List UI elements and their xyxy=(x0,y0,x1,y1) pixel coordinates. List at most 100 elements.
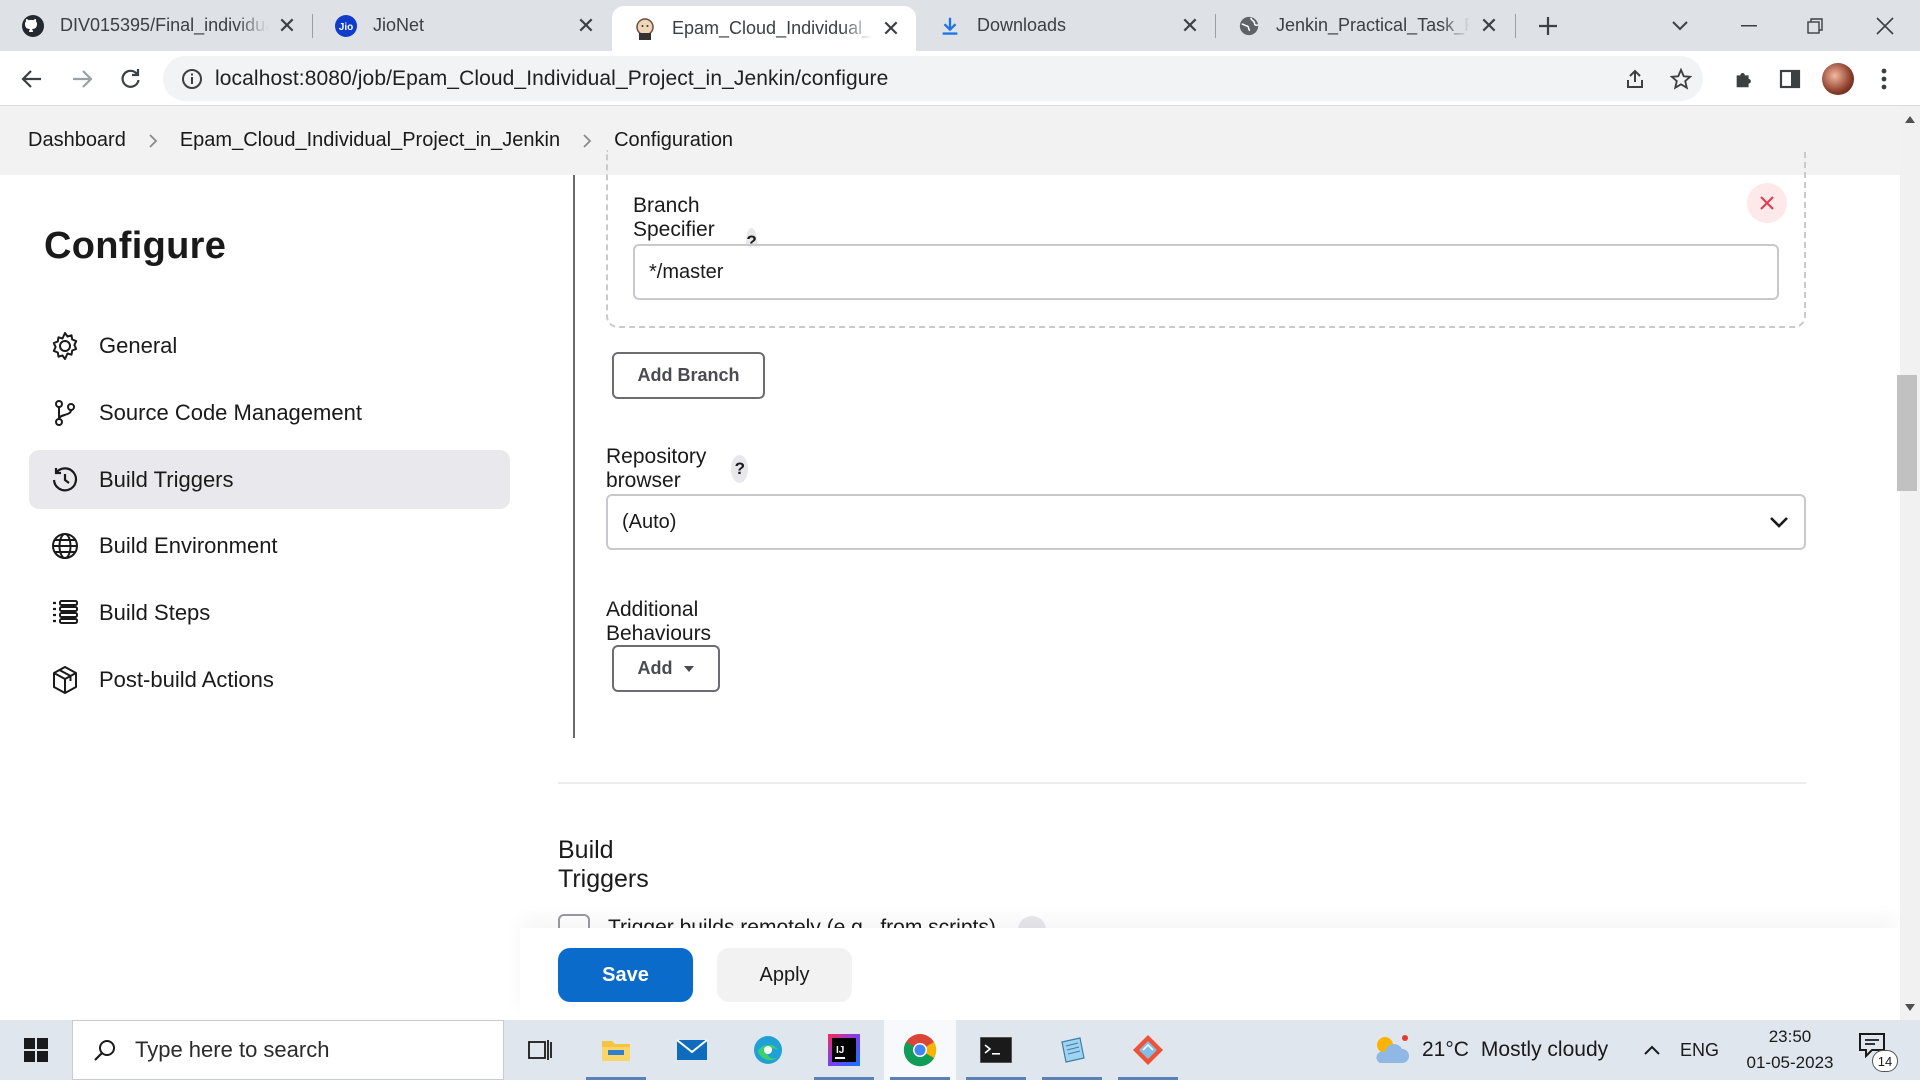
avatar[interactable] xyxy=(1822,63,1854,95)
breadcrumb-dashboard[interactable]: Dashboard xyxy=(28,129,126,152)
system-clock[interactable]: 23:50 01-05-2023 xyxy=(1728,1024,1852,1076)
trigger-remote-checkbox[interactable] xyxy=(558,914,590,928)
tab-title: JioNet xyxy=(373,15,425,35)
forward-button[interactable] xyxy=(62,51,102,106)
url-text[interactable]: localhost:8080/job/Epam_Cloud_Individual… xyxy=(215,67,888,91)
share-icon[interactable] xyxy=(1615,56,1655,101)
restore-icon xyxy=(1807,17,1823,34)
additional-behaviours-label-text: Additional Behaviours xyxy=(606,598,712,645)
gear-icon xyxy=(49,330,81,362)
browser-tab-report[interactable]: Jenkin_Practical_Task_Report ✕ xyxy=(1216,0,1514,51)
scroll-up-arrow-icon[interactable] xyxy=(1903,112,1917,126)
scroll-down-arrow-icon[interactable] xyxy=(1903,1000,1917,1014)
breadcrumb-project[interactable]: Epam_Cloud_Individual_Project_in_Jenkin xyxy=(180,129,560,152)
windows-icon xyxy=(24,1038,48,1062)
page-scrollbar[interactable] xyxy=(1900,106,1920,1020)
branch-icon xyxy=(49,397,81,429)
weather-text: Mostly cloudy xyxy=(1480,1038,1609,1061)
tab-search-button[interactable] xyxy=(1660,0,1700,51)
sidebar-item-build-steps[interactable]: Build Steps xyxy=(29,583,510,642)
chevron-right-icon xyxy=(582,133,592,149)
jio-icon: Jio xyxy=(333,13,359,39)
sidebar-item-general[interactable]: General xyxy=(29,316,510,375)
side-panel-icon xyxy=(1779,69,1801,88)
reload-button[interactable] xyxy=(110,51,150,106)
side-panel-button[interactable] xyxy=(1770,51,1810,106)
notepad-icon xyxy=(1061,1037,1085,1063)
add-behaviour-label: Add xyxy=(637,658,673,678)
close-icon xyxy=(1760,196,1774,210)
save-button[interactable]: Save xyxy=(558,948,693,1002)
task-view-button[interactable] xyxy=(504,1020,576,1080)
add-branch-button[interactable]: Add Branch xyxy=(612,352,765,399)
repository-browser-label: Repository browser ? xyxy=(606,445,749,493)
mail-app[interactable] xyxy=(656,1020,728,1080)
arrow-right-icon xyxy=(73,69,93,88)
close-icon[interactable]: ✕ xyxy=(276,13,298,38)
browser-tab-jionet[interactable]: Jio JioNet ✕ xyxy=(313,0,611,51)
window-close-button[interactable] xyxy=(1862,0,1908,51)
language-indicator[interactable]: ENG xyxy=(1680,1020,1719,1080)
file-explorer-app[interactable] xyxy=(580,1020,652,1080)
tab-title: DIV015395/Final_individual_project xyxy=(60,15,268,35)
globe-icon xyxy=(1236,13,1262,39)
close-icon[interactable]: ✕ xyxy=(1478,13,1500,38)
clock-time: 23:50 xyxy=(1768,1027,1812,1046)
help-icon[interactable] xyxy=(1018,916,1046,928)
minimize-button[interactable] xyxy=(1726,0,1772,51)
help-icon[interactable]: ? xyxy=(731,455,749,483)
chrome-icon xyxy=(903,1034,937,1067)
browser-tab-github[interactable]: DIV015395/Final_individual_project ✕ xyxy=(0,0,312,51)
repository-browser-select[interactable]: (Auto) xyxy=(606,494,1806,550)
sidebar-item-build-environment[interactable]: Build Environment xyxy=(29,516,510,575)
edge-icon xyxy=(754,1036,782,1064)
remove-branch-button[interactable] xyxy=(1747,183,1787,223)
search-placeholder: Type here to search xyxy=(135,1037,330,1062)
apply-button[interactable]: Apply xyxy=(717,948,852,1002)
terminal-app[interactable] xyxy=(960,1020,1032,1080)
sidebar-item-build-triggers[interactable]: Build Triggers xyxy=(29,450,510,509)
extensions-button[interactable] xyxy=(1724,51,1764,106)
close-icon[interactable]: ✕ xyxy=(1179,13,1201,38)
taskbar-search-input[interactable]: Type here to search xyxy=(72,1020,504,1080)
omnibox[interactable]: localhost:8080/job/Epam_Cloud_Individual… xyxy=(163,56,1703,101)
breadcrumb-configuration[interactable]: Configuration xyxy=(614,129,733,152)
package-icon xyxy=(49,664,81,696)
branch-specifier-input[interactable]: */master xyxy=(633,244,1779,300)
puzzle-icon xyxy=(1736,72,1751,87)
sidebar-item-post-build-actions[interactable]: Post-build Actions xyxy=(29,650,510,709)
github-icon xyxy=(20,13,46,39)
browser-tab-downloads[interactable]: Downloads ✕ xyxy=(917,0,1215,51)
browser-tab-jenkins-active[interactable]: Epam_Cloud_Individual_Project_in_Jenkin … xyxy=(612,6,916,51)
sidebar-item-source-code-management[interactable]: Source Code Management xyxy=(29,383,510,442)
menu-button[interactable] xyxy=(1864,51,1904,106)
back-button[interactable] xyxy=(12,51,52,106)
notification-center-button[interactable]: 14 xyxy=(1858,1032,1898,1072)
close-icon[interactable]: ✕ xyxy=(575,13,597,38)
chrome-app[interactable] xyxy=(884,1020,956,1080)
minimize-icon xyxy=(1741,24,1757,26)
start-button[interactable] xyxy=(0,1020,72,1080)
caret-down-icon xyxy=(683,665,695,673)
close-icon[interactable]: ✕ xyxy=(880,16,902,41)
bookmark-star-icon[interactable] xyxy=(1661,56,1701,101)
task-view-icon xyxy=(528,1040,552,1060)
git-icon xyxy=(1133,1035,1163,1065)
intellij-app[interactable]: IJ xyxy=(808,1020,880,1080)
chevron-right-icon xyxy=(148,133,158,149)
weather-temp: 21°C xyxy=(1422,1038,1469,1061)
git-app[interactable] xyxy=(1112,1020,1184,1080)
section-divider-line xyxy=(573,175,575,738)
weather-widget[interactable]: 21°C Mostly cloudy xyxy=(1370,1020,1608,1080)
info-icon[interactable] xyxy=(181,68,203,90)
scrollbar-thumb[interactable] xyxy=(1897,375,1917,491)
page-title: Configure xyxy=(44,225,227,267)
restore-button[interactable] xyxy=(1792,0,1838,51)
add-behaviour-button[interactable]: Add xyxy=(612,645,720,692)
edge-app[interactable] xyxy=(732,1020,804,1080)
tab-title: Downloads xyxy=(977,15,1067,35)
notepad-app[interactable] xyxy=(1036,1020,1108,1080)
new-tab-button[interactable] xyxy=(1528,0,1568,51)
tray-overflow-button[interactable] xyxy=(1632,1020,1672,1080)
repository-browser-label-text: Repository browser xyxy=(606,445,707,492)
